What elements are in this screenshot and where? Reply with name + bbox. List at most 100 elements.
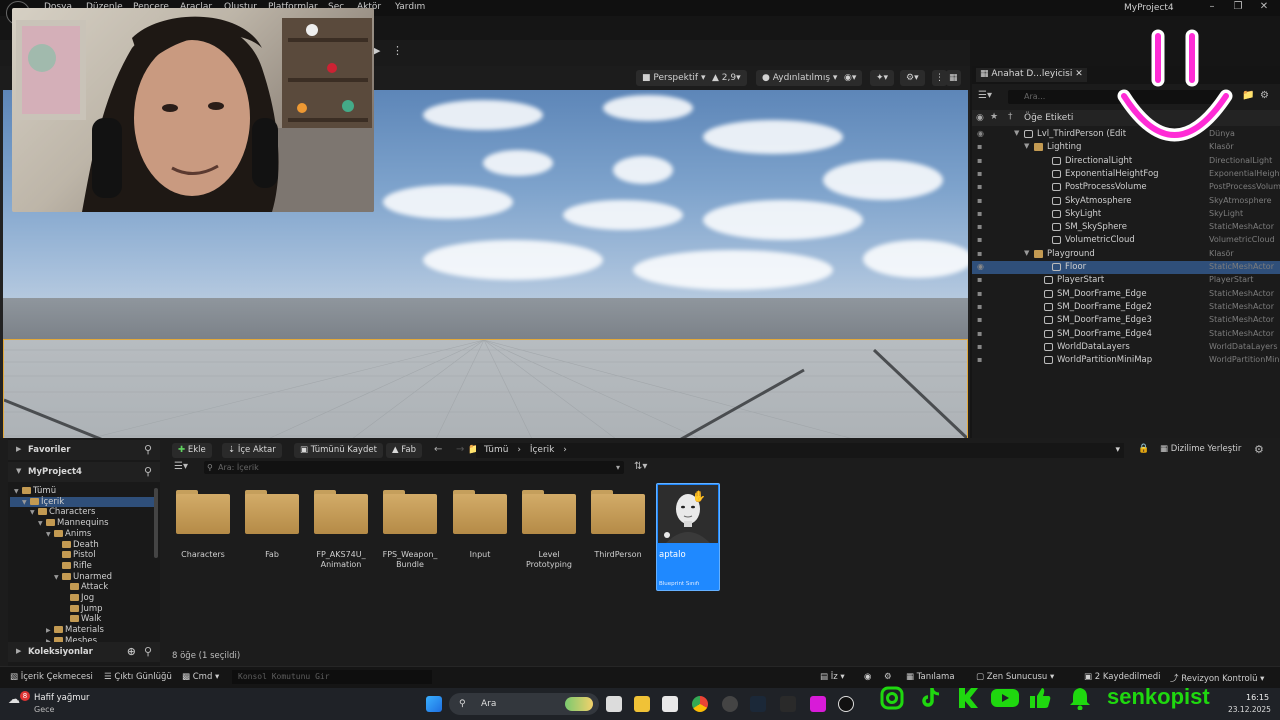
search-icon[interactable]: ⚲: [144, 645, 152, 658]
tree-arrow-icon[interactable]: ▼: [30, 509, 38, 516]
weather-icon[interactable]: ☁: [8, 692, 20, 706]
outliner-row[interactable]: ▪ SM_SkySphere StaticMeshActor: [972, 221, 1280, 234]
settings-icon[interactable]: ⚙▾: [900, 70, 925, 86]
tree-folder-item[interactable]: Jog: [10, 593, 156, 604]
visibility-icon[interactable]: ▪: [977, 196, 982, 205]
outliner-row[interactable]: ▪ ExponentialHeightFog ExponentialHeight: [972, 168, 1280, 181]
folder-fab[interactable]: Fab: [241, 484, 303, 590]
more-options-icon[interactable]: ⋮: [392, 44, 403, 57]
cmd-dropdown[interactable]: ▩ Cmd ▾: [182, 672, 219, 682]
tree-folder-item[interactable]: ▶ Materials: [10, 625, 156, 636]
item-label-header[interactable]: Öğe Etiketi: [1024, 113, 1073, 123]
project-section[interactable]: ▼ MyProject4 ⚲: [8, 462, 160, 482]
favorites-section[interactable]: ▶ Favoriler ⚲: [8, 440, 160, 460]
tree-folder-item[interactable]: ▼ Anims: [10, 529, 156, 540]
folder-input[interactable]: Input: [449, 484, 511, 590]
outliner-settings-icon[interactable]: ⚙: [1260, 90, 1269, 101]
breadcrumb-root[interactable]: Tümü: [484, 445, 508, 455]
outliner-row[interactable]: ▪ PostProcessVolume PostProcessVolum: [972, 181, 1280, 194]
folder-characters[interactable]: Characters: [172, 484, 234, 590]
tree-folder-item[interactable]: ▼ Unarmed: [10, 572, 156, 583]
visibility-icon[interactable]: ▪: [977, 315, 982, 324]
outliner-row[interactable]: ▪ WorldPartitionMiniMap WorldPartitionMin: [972, 354, 1280, 367]
tree-arrow-icon[interactable]: ▼: [38, 520, 46, 527]
folder-level-prototyping[interactable]: Level Prototyping: [518, 484, 580, 590]
expand-arrow-icon[interactable]: ▼: [1024, 249, 1029, 257]
weather-text[interactable]: Hafif yağmur: [34, 693, 89, 703]
viewport-options-icon[interactable]: ⋮: [932, 70, 947, 86]
windows-start-icon[interactable]: [426, 696, 442, 712]
tree-scrollbar[interactable]: [154, 488, 158, 558]
zen-server-button[interactable]: ▢ Zen Sunucusu ▾: [976, 672, 1054, 682]
visibility-icon[interactable]: ▪: [977, 355, 982, 364]
folder-fps-weapon-bundle[interactable]: FPS_Weapon_ Bundle: [379, 484, 441, 590]
content-search-input[interactable]: ⚲ Ara: İçerik ▾: [204, 461, 624, 474]
visibility-icon[interactable]: ◉: [977, 262, 984, 271]
derived-data-icon[interactable]: ⚙: [884, 672, 892, 682]
visibility-icon[interactable]: ◉: [977, 129, 984, 138]
history-dropdown-icon[interactable]: ▾: [1115, 443, 1120, 458]
tree-arrow-icon[interactable]: ▼: [14, 488, 22, 495]
epic-games-icon[interactable]: [780, 696, 796, 712]
layout-icon[interactable]: ▦: [946, 70, 961, 86]
fab-button[interactable]: ▲ Fab: [386, 443, 422, 458]
close-icon[interactable]: ✕: [1254, 1, 1274, 15]
tree-arrow-icon[interactable]: ▶: [46, 627, 54, 634]
tree-arrow-icon[interactable]: ▼: [54, 574, 62, 581]
outliner-row[interactable]: ▪ SkyAtmosphere SkyAtmosphere: [972, 195, 1280, 208]
visibility-icon[interactable]: ▪: [977, 169, 982, 178]
tree-folder-item[interactable]: Pistol: [10, 550, 156, 561]
tree-folder-item[interactable]: Death: [10, 540, 156, 551]
file-explorer-icon[interactable]: [634, 696, 650, 712]
maximize-icon[interactable]: ❐: [1228, 1, 1248, 15]
cb-settings-icon[interactable]: ⚙: [1254, 443, 1264, 456]
diagnostics-button[interactable]: ▦ Tanılama: [906, 672, 955, 682]
outliner-row[interactable]: ▪ SM_DoorFrame_Edge3 StaticMeshActor: [972, 314, 1280, 327]
folder-fp-aks74u-animation[interactable]: FP_AKS74U_ Animation: [310, 484, 372, 590]
search-icon[interactable]: ⚲: [144, 465, 152, 478]
visibility-icon[interactable]: ▪: [977, 209, 982, 218]
chrome-icon[interactable]: [692, 696, 708, 712]
dock-in-layout-button[interactable]: ▦ Dizilime Yerleştir: [1160, 444, 1241, 454]
save-all-button[interactable]: ▣ Tümünü Kaydet: [294, 443, 383, 458]
github-icon[interactable]: [722, 696, 738, 712]
output-log-button[interactable]: ☰ Çıktı Günlüğü: [104, 672, 172, 682]
store-icon[interactable]: [662, 696, 678, 712]
clock-date[interactable]: 23.12.2025: [1228, 705, 1271, 714]
unreal-engine-icon[interactable]: [838, 696, 854, 712]
visibility-icon[interactable]: ▪: [977, 182, 982, 191]
expand-arrow-icon[interactable]: ▼: [1014, 129, 1019, 137]
outliner-row[interactable]: ▪ ▼ Playground Klasör: [972, 248, 1280, 261]
taskbar-search[interactable]: ⚲ Ara: [449, 693, 599, 715]
tree-arrow-icon[interactable]: ▼: [46, 531, 54, 538]
visibility-icon[interactable]: ▪: [977, 275, 982, 284]
outliner-row[interactable]: ▪ SM_DoorFrame_Edge4 StaticMeshActor: [972, 328, 1280, 341]
tree-folder-item[interactable]: ▼ İçerik: [10, 496, 156, 508]
visibility-icon[interactable]: ▪: [977, 289, 982, 298]
outliner-row[interactable]: ◉ Floor StaticMeshActor: [972, 261, 1280, 274]
visibility-icon[interactable]: ▪: [977, 329, 982, 338]
expand-arrow-icon[interactable]: ▼: [1024, 142, 1029, 150]
content-drawer-button[interactable]: ▧ İçerik Çekmecesi: [10, 672, 93, 682]
visibility-icon[interactable]: ▪: [977, 249, 982, 258]
forward-arrow-icon[interactable]: →: [456, 444, 464, 455]
snap-icon[interactable]: ✦▾: [870, 70, 895, 86]
visibility-icon[interactable]: ▪: [977, 235, 982, 244]
minimize-icon[interactable]: –: [1202, 1, 1222, 15]
tree-folder-item[interactable]: ▼ Characters: [10, 507, 156, 518]
tree-folder-item[interactable]: ▼ Mannequins: [10, 518, 156, 529]
search-icon[interactable]: ⚲: [144, 443, 152, 456]
add-collection-icon[interactable]: ⊕: [127, 645, 136, 658]
content-filter-icon[interactable]: ☰▾: [174, 461, 188, 472]
tree-folder-item[interactable]: ▶ Meshes: [10, 636, 156, 642]
search-dropdown-icon[interactable]: ▾: [616, 461, 620, 474]
trace-button[interactable]: ▤ İz ▾: [820, 672, 845, 682]
add-folder-icon[interactable]: 📁: [1242, 90, 1254, 101]
outliner-tab[interactable]: ▦ Anahat D...leyicisi ✕: [976, 68, 1087, 82]
unsaved-button[interactable]: ▣ 2 Kaydedilmedi: [1084, 672, 1161, 682]
console-input[interactable]: Konsol Komutunu Gir: [232, 670, 432, 684]
clock-time[interactable]: 16:15: [1246, 693, 1269, 702]
show-flags-icon[interactable]: ◉▾: [838, 70, 863, 86]
breadcrumb-current[interactable]: İçerik: [530, 445, 555, 455]
lock-icon[interactable]: 🔒: [1138, 444, 1149, 454]
